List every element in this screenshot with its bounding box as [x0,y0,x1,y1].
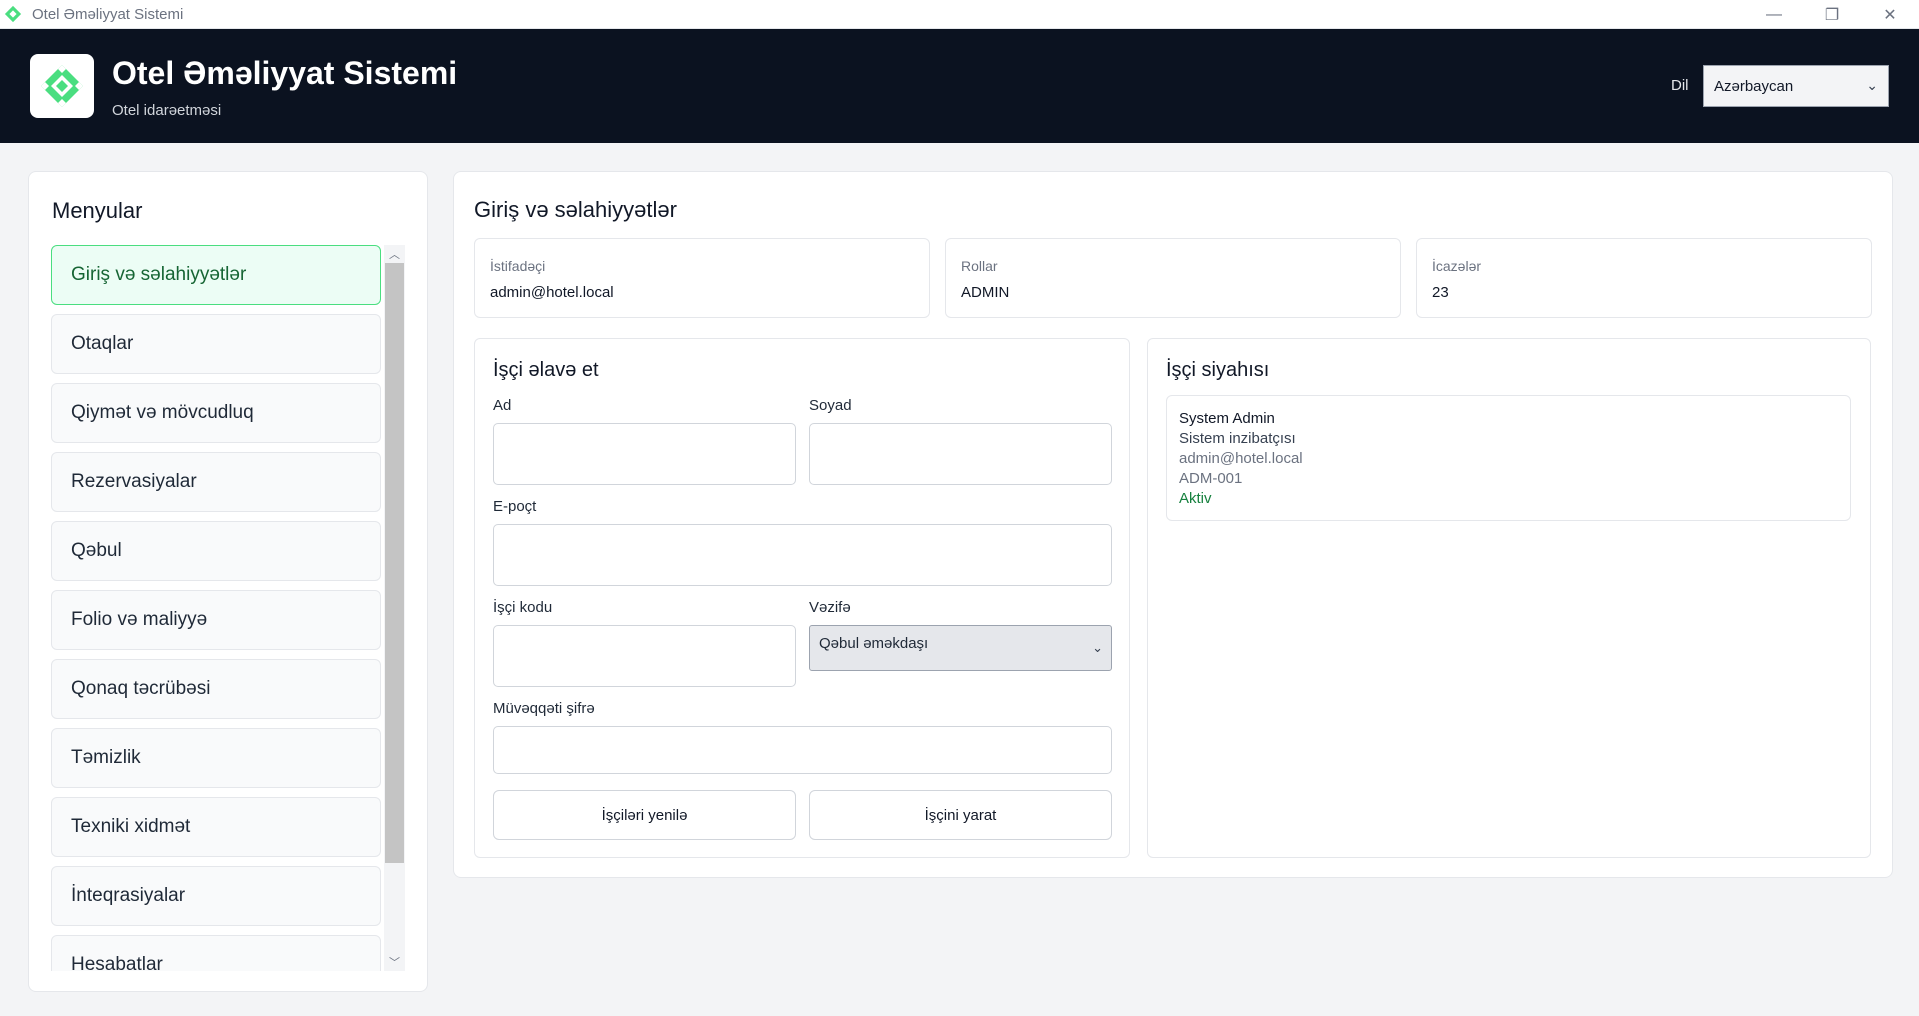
permissions-value: 23 [1432,284,1449,301]
logo-icon [41,65,83,107]
sidebar-item-maintenance[interactable]: Texniki xidmət [51,797,381,857]
employee-list-card: İşçi siyahısı System Admin Sistem inziba… [1147,338,1871,858]
refresh-employees-button[interactable]: İşçiləri yenilə [493,790,796,840]
employee-code: ADM-001 [1179,470,1243,487]
sidebar-item-pricing[interactable]: Qiymət və mövcudluq [51,383,381,443]
first-name-field[interactable] [493,423,796,485]
window-titlebar: Otel Əməliyyat Sistemi — ❐ ✕ [0,0,1919,29]
app-subtitle: Otel idarəetməsi [112,102,222,119]
user-info-card: İstifadəçi admin@hotel.local [474,238,930,318]
temp-password-field[interactable] [493,726,1112,774]
language-select[interactable]: Azərbaycan ⌄ [1703,65,1889,107]
employee-name: System Admin [1179,410,1275,427]
app-logo [30,54,94,118]
app-header: Otel Əməliyyat Sistemi Otel idarəetməsi … [0,29,1919,143]
app-logo-icon [4,5,22,23]
sidebar-item-integrations[interactable]: İnteqrasiyalar [51,866,381,926]
window-controls: — ❐ ✕ [1745,0,1919,29]
temp-password-label: Müvəqqəti şifrə [493,700,595,717]
first-name-label: Ad [493,397,512,414]
user-label: İstifadəçi [490,258,546,274]
language-label: Dil [1671,77,1689,94]
email-label: E-poçt [493,498,537,515]
chevron-down-icon: ⌄ [1866,77,1878,93]
sidebar-scrollbar[interactable]: ︿ ﹀ [384,245,405,971]
roles-label: Rollar [961,258,998,274]
sidebar-item-access[interactable]: Giriş və səlahiyyətlər [51,245,381,305]
permissions-label: İcazələr [1432,258,1482,274]
employee-email: admin@hotel.local [1179,450,1303,467]
scroll-up-icon[interactable]: ︿ [384,245,405,263]
last-name-field[interactable] [809,423,1112,485]
minimize-button[interactable]: — [1745,0,1803,29]
page-title: Giriş və səlahiyyətlər [474,197,677,222]
user-value: admin@hotel.local [490,284,614,301]
permissions-info-card: İcazələr 23 [1416,238,1872,318]
employee-status-badge: Aktiv [1179,490,1212,507]
roles-value: ADMIN [961,284,1010,301]
sidebar-item-folio[interactable]: Folio və maliyyə [51,590,381,650]
sidebar-item-reservations[interactable]: Rezervasiyalar [51,452,381,512]
sidebar-item-reports[interactable]: Hesabatlar [51,935,381,971]
sidebar-item-front-desk[interactable]: Qəbul [51,521,381,581]
add-employee-card: İşçi əlavə et Ad Soyad E-poçt İşçi kodu … [474,338,1130,858]
language-select-value: Azərbaycan [1714,77,1794,95]
sidebar-item-housekeeping[interactable]: Təmizlik [51,728,381,788]
employee-code-field[interactable] [493,625,796,687]
app-title: Otel Əməliyyat Sistemi [112,55,458,91]
sidebar-item-guest-experience[interactable]: Qonaq təcrübəsi [51,659,381,719]
chevron-down-icon: ⌄ [1092,640,1103,655]
email-field[interactable] [493,524,1112,586]
employee-code-label: İşçi kodu [493,599,553,616]
create-employee-button[interactable]: İşçini yarat [809,790,1112,840]
position-select[interactable]: Qəbul əməkdaşı ⌄ [809,625,1112,671]
maximize-button[interactable]: ❐ [1803,0,1861,29]
employee-list-item[interactable]: System Admin Sistem inzibatçısı admin@ho… [1166,395,1851,521]
last-name-label: Soyad [809,397,852,414]
scrollbar-thumb[interactable] [385,263,404,863]
sidebar-item-rooms[interactable]: Otaqlar [51,314,381,374]
employee-role: Sistem inzibatçısı [1179,430,1296,447]
sidebar-menu: Giriş və səlahiyyətlər Otaqlar Qiymət və… [51,245,381,971]
add-employee-title: İşçi əlavə et [493,359,599,381]
main-panel: Giriş və səlahiyyətlər İstifadəçi admin@… [453,171,1893,878]
sidebar: Menyular Giriş və səlahiyyətlər Otaqlar … [28,171,428,992]
employee-list-title: İşçi siyahısı [1166,359,1270,381]
position-select-value: Qəbul əməkdaşı [819,635,929,652]
sidebar-title: Menyular [52,198,143,223]
position-label: Vəzifə [809,599,851,616]
window-title: Otel Əməliyyat Sistemi [32,5,184,23]
scroll-down-icon[interactable]: ﹀ [384,953,405,971]
close-button[interactable]: ✕ [1861,0,1919,29]
roles-info-card: Rollar ADMIN [945,238,1401,318]
